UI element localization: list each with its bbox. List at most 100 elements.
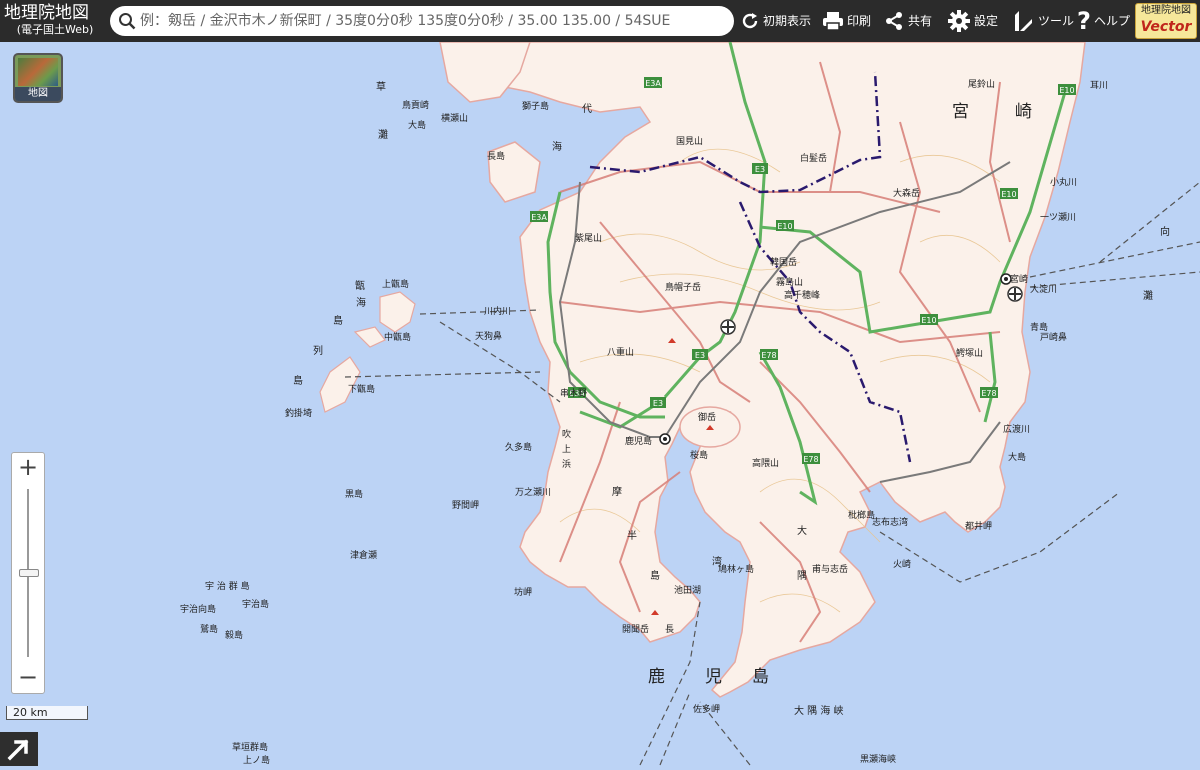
expand-button[interactable] xyxy=(0,732,38,766)
app-subtitle: (電子国土Web) xyxy=(16,23,94,36)
svg-text:下甑島: 下甑島 xyxy=(348,383,375,395)
svg-text:鳩林ヶ島: 鳩林ヶ島 xyxy=(718,563,754,575)
print-label: 印刷 xyxy=(847,14,872,28)
svg-text:大島: 大島 xyxy=(1008,451,1026,463)
svg-text:宇 治 群 島: 宇 治 群 島 xyxy=(205,580,250,592)
share-button[interactable]: 共有 xyxy=(884,8,936,34)
zoom-out-button[interactable]: − xyxy=(12,663,44,693)
svg-text:島: 島 xyxy=(650,569,660,582)
svg-text:霧島山: 霧島山 xyxy=(776,276,803,288)
svg-text:川内川: 川内川 xyxy=(484,305,511,317)
refresh-icon xyxy=(742,13,758,29)
svg-text:長: 長 xyxy=(665,624,674,635)
help-button[interactable]: ? ヘルプ xyxy=(1076,8,1132,34)
svg-text:浜: 浜 xyxy=(562,459,571,470)
help-label: ヘルプ xyxy=(1094,14,1131,28)
svg-text:吹: 吹 xyxy=(562,428,571,440)
svg-text:E3: E3 xyxy=(755,165,765,174)
map-thumbnail xyxy=(18,58,58,86)
svg-text:湾: 湾 xyxy=(712,555,722,568)
home-button[interactable]: 初期表示 xyxy=(740,8,814,34)
vector-map-badge[interactable]: 地理院地図 Vector xyxy=(1135,3,1197,39)
share-label: 共有 xyxy=(908,14,933,28)
svg-text:黒瀬海峡: 黒瀬海峡 xyxy=(860,753,896,765)
svg-text:中甑島: 中甑島 xyxy=(384,331,411,343)
svg-text:黒島: 黒島 xyxy=(345,488,363,500)
svg-text:島: 島 xyxy=(333,314,343,327)
svg-text:宇治向島: 宇治向島 xyxy=(180,603,216,615)
svg-text:宮崎: 宮崎 xyxy=(1010,273,1028,285)
svg-text:宇治島: 宇治島 xyxy=(242,598,269,610)
svg-text:?: ? xyxy=(1077,8,1091,32)
layer-switch-button[interactable]: 地図 xyxy=(13,53,63,103)
svg-text:白髪岳: 白髪岳 xyxy=(800,152,827,164)
search-input[interactable] xyxy=(140,10,726,32)
svg-text:灘: 灘 xyxy=(1143,289,1153,302)
app-logo[interactable]: 地理院地図 (電子国土Web) xyxy=(4,3,106,39)
settings-label: 設定 xyxy=(974,14,999,28)
zoom-in-button[interactable]: + xyxy=(12,453,44,483)
svg-text:尾鈴山: 尾鈴山 xyxy=(968,78,995,90)
svg-text:向: 向 xyxy=(1160,225,1170,238)
svg-text:池田湖: 池田湖 xyxy=(674,584,701,596)
svg-text:坊岬: 坊岬 xyxy=(514,586,532,598)
svg-text:八重山: 八重山 xyxy=(607,346,634,358)
vector-badge-label: Vector xyxy=(1140,19,1192,35)
svg-text:開聞岳: 開聞岳 xyxy=(622,623,649,635)
svg-text:志布志湾: 志布志湾 xyxy=(872,516,908,528)
svg-text:耳川: 耳川 xyxy=(1090,80,1108,91)
tools-button[interactable]: ツール xyxy=(1012,8,1074,34)
svg-text:草垣群島: 草垣群島 xyxy=(232,741,268,753)
svg-text:上: 上 xyxy=(562,444,571,455)
search-icon[interactable] xyxy=(118,12,136,30)
svg-text:火崎: 火崎 xyxy=(893,558,911,570)
svg-text:半: 半 xyxy=(627,529,637,542)
tools-label: ツール xyxy=(1038,14,1075,28)
svg-text:獅子島: 獅子島 xyxy=(522,100,549,112)
svg-text:鹿児島: 鹿児島 xyxy=(625,435,652,447)
printer-icon xyxy=(823,12,843,31)
map-canvas[interactable]: E3A E3A E3 E3 E3 E10 E10 E10 E10 E78 E78… xyxy=(0,42,1200,766)
zoom-control: + − xyxy=(11,452,45,694)
svg-text:万之瀬川: 万之瀬川 xyxy=(515,486,551,498)
svg-text:鳥貢崎: 鳥貢崎 xyxy=(402,99,429,111)
svg-text:E3: E3 xyxy=(653,399,663,408)
map-base: E3A E3A E3 E3 E3 E10 E10 E10 E10 E78 E78… xyxy=(0,42,1200,766)
svg-text:広渡川: 広渡川 xyxy=(1003,423,1030,435)
svg-text:崎: 崎 xyxy=(1015,102,1032,122)
print-button[interactable]: 印刷 xyxy=(822,8,874,34)
tools-icon xyxy=(1015,11,1032,31)
svg-text:E78: E78 xyxy=(761,351,776,360)
svg-text:E10: E10 xyxy=(921,316,936,325)
svg-text:草: 草 xyxy=(376,81,386,93)
settings-button[interactable]: 設定 xyxy=(948,8,1002,34)
share-icon xyxy=(886,12,902,30)
vector-badge-title: 地理院地図 xyxy=(1141,5,1191,16)
svg-text:宮: 宮 xyxy=(952,102,969,122)
svg-text:枇榔島: 枇榔島 xyxy=(848,509,875,521)
svg-text:国見山: 国見山 xyxy=(676,136,703,147)
svg-text:久多島: 久多島 xyxy=(505,441,532,453)
svg-text:上甑島: 上甑島 xyxy=(382,278,409,290)
svg-text:島: 島 xyxy=(293,374,303,387)
svg-text:鷲島: 鷲島 xyxy=(200,623,218,635)
svg-text:代: 代 xyxy=(582,103,592,115)
layer-label: 地図 xyxy=(15,87,61,101)
svg-text:E3A: E3A xyxy=(531,213,547,222)
svg-text:佐多岬: 佐多岬 xyxy=(693,703,720,715)
svg-text:戸崎鼻: 戸崎鼻 xyxy=(1040,331,1067,343)
zoom-slider-handle[interactable] xyxy=(19,569,39,577)
svg-text:大森岳: 大森岳 xyxy=(893,187,920,199)
svg-text:灘: 灘 xyxy=(378,128,388,141)
svg-text:串木野: 串木野 xyxy=(560,387,587,399)
svg-text:横瀬山: 横瀬山 xyxy=(441,112,468,124)
search-box[interactable] xyxy=(110,6,734,36)
svg-text:毅島: 毅島 xyxy=(225,629,243,641)
svg-text:摩: 摩 xyxy=(612,485,622,498)
svg-text:列: 列 xyxy=(313,344,323,357)
svg-text:海: 海 xyxy=(552,140,562,153)
svg-text:児: 児 xyxy=(705,667,722,687)
gear-icon xyxy=(948,10,970,32)
svg-text:E78: E78 xyxy=(981,389,996,398)
svg-text:小丸川: 小丸川 xyxy=(1050,176,1077,188)
